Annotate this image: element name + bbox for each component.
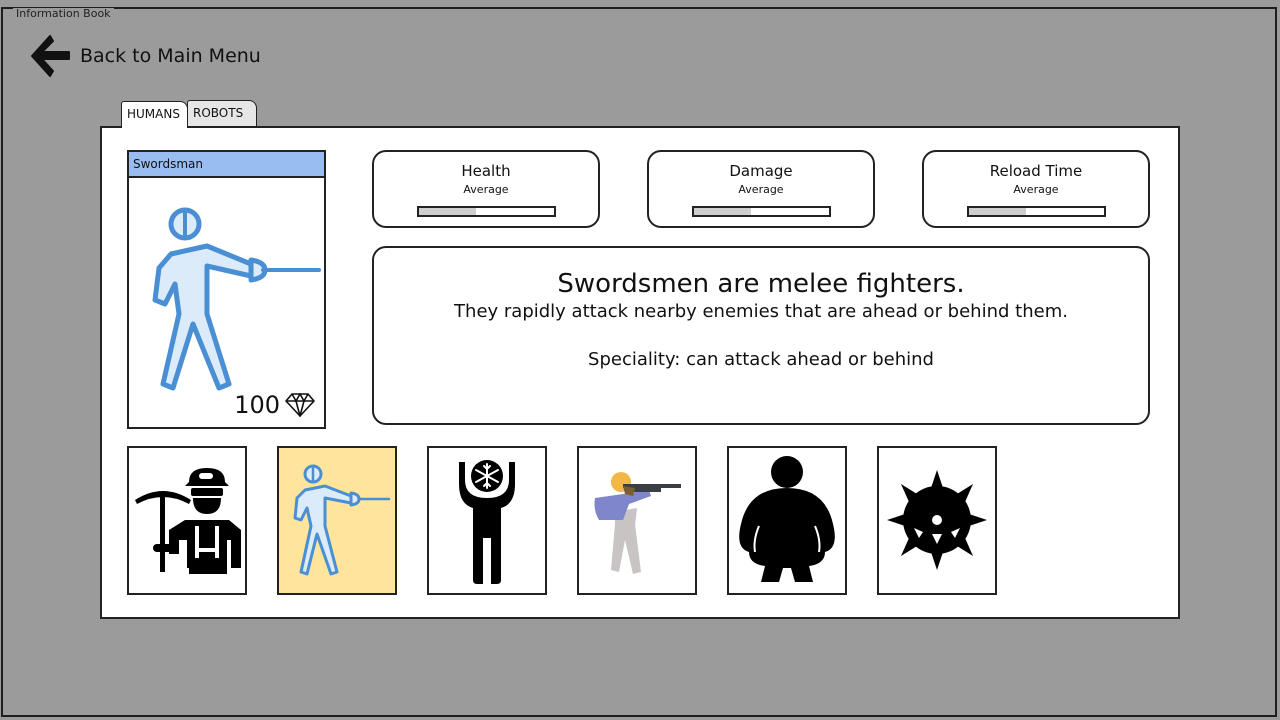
stat-level: Average [1013, 183, 1059, 196]
unit-price: 100 [234, 391, 316, 419]
stat-title: Damage [729, 162, 793, 180]
stat-damage: Damage Average [647, 150, 875, 228]
stat-level: Average [463, 183, 509, 196]
unit-tile-freezer[interactable] [427, 446, 547, 595]
stat-bar [967, 206, 1106, 217]
back-to-main-menu-button[interactable]: Back to Main Menu [28, 34, 261, 78]
stat-reload-time: Reload Time Average [922, 150, 1150, 228]
tab-humans[interactable]: HUMANS [121, 101, 188, 128]
arrow-left-icon [31, 35, 70, 77]
spiked-mine-icon [887, 470, 987, 570]
stat-bar [417, 206, 556, 217]
fencer-icon [152, 207, 321, 391]
unit-card-title: Swordsman [129, 152, 324, 178]
price-value: 100 [234, 391, 280, 419]
description-box: Swordsmen are melee fighters. They rapid… [372, 246, 1150, 425]
stat-title: Health [461, 162, 511, 180]
description-speciality: Speciality: can attack ahead or behind [588, 349, 934, 370]
unit-tile-miner[interactable] [127, 446, 247, 595]
stat-health: Health Average [372, 150, 600, 228]
unit-tile-mine[interactable] [877, 446, 997, 595]
stat-title: Reload Time [989, 162, 1083, 180]
heavy-person-icon [739, 456, 835, 582]
rifleman-icon [594, 472, 681, 574]
diamond-icon [285, 393, 315, 417]
tab-robots[interactable]: ROBOTS [187, 100, 257, 126]
unit-tile-swordsman[interactable] [277, 446, 397, 595]
back-label: Back to Main Menu [80, 45, 261, 67]
description-body: They rapidly attack nearby enemies that … [454, 301, 1068, 322]
stat-level: Average [738, 183, 784, 196]
stat-bar [692, 206, 831, 217]
info-panel: Swordsman 100 Health Average Damage Aver… [100, 126, 1180, 619]
miner-icon [135, 468, 241, 574]
unit-card: Swordsman 100 [127, 150, 326, 429]
fencer-icon [293, 464, 391, 576]
unit-tile-rifleman[interactable] [577, 446, 697, 595]
window-title: Information Book [13, 8, 114, 20]
unit-tile-heavy[interactable] [727, 446, 847, 595]
description-headline: Swordsmen are melee fighters. [557, 269, 965, 299]
freezer-icon [459, 460, 515, 584]
